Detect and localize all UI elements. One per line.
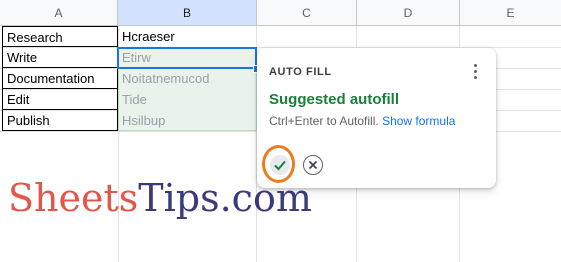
cell-a1[interactable]: Research xyxy=(2,26,118,47)
cell-a4[interactable]: Edit xyxy=(2,89,118,110)
column-header-c[interactable]: C xyxy=(257,0,357,26)
autofill-heading: Suggested autofill xyxy=(269,91,400,108)
cell-b3-suggested[interactable]: Noitatnemucod xyxy=(118,68,256,89)
column-header-d[interactable]: D xyxy=(357,0,460,26)
watermark-part-sheets: Sheets xyxy=(8,176,139,220)
cell-a3[interactable]: Documentation xyxy=(2,68,118,89)
check-icon xyxy=(274,160,286,171)
cell-b5-suggested[interactable]: Hsilbup xyxy=(118,110,256,131)
watermark-part-tips: Tips xyxy=(138,176,220,220)
column-header-b[interactable]: B xyxy=(118,0,257,26)
dismiss-autofill-button[interactable] xyxy=(303,155,323,175)
close-icon xyxy=(308,160,318,170)
cell-a2[interactable]: Write xyxy=(2,47,118,68)
column-header-a[interactable]: A xyxy=(0,0,118,26)
autofill-hint: Ctrl+Enter to Autofill. Show formula xyxy=(269,114,455,128)
cell-a5[interactable]: Publish xyxy=(2,110,118,131)
more-options-icon[interactable] xyxy=(474,64,478,80)
active-cell-outline xyxy=(117,47,257,69)
accept-autofill-button[interactable] xyxy=(270,155,290,175)
autofill-shortcut-text: Ctrl+Enter to Autofill. xyxy=(269,114,379,128)
watermark-part-domain: .com xyxy=(219,176,312,220)
show-formula-link[interactable]: Show formula xyxy=(382,114,455,128)
autofill-card-title: AUTO FILL xyxy=(269,66,332,78)
cell-b1[interactable]: Hcraeser xyxy=(118,26,256,47)
column-header-e[interactable]: E xyxy=(460,0,561,26)
cell-b4-suggested[interactable]: Tide xyxy=(118,89,256,110)
watermark-logo: SheetsTips.com xyxy=(8,175,312,221)
